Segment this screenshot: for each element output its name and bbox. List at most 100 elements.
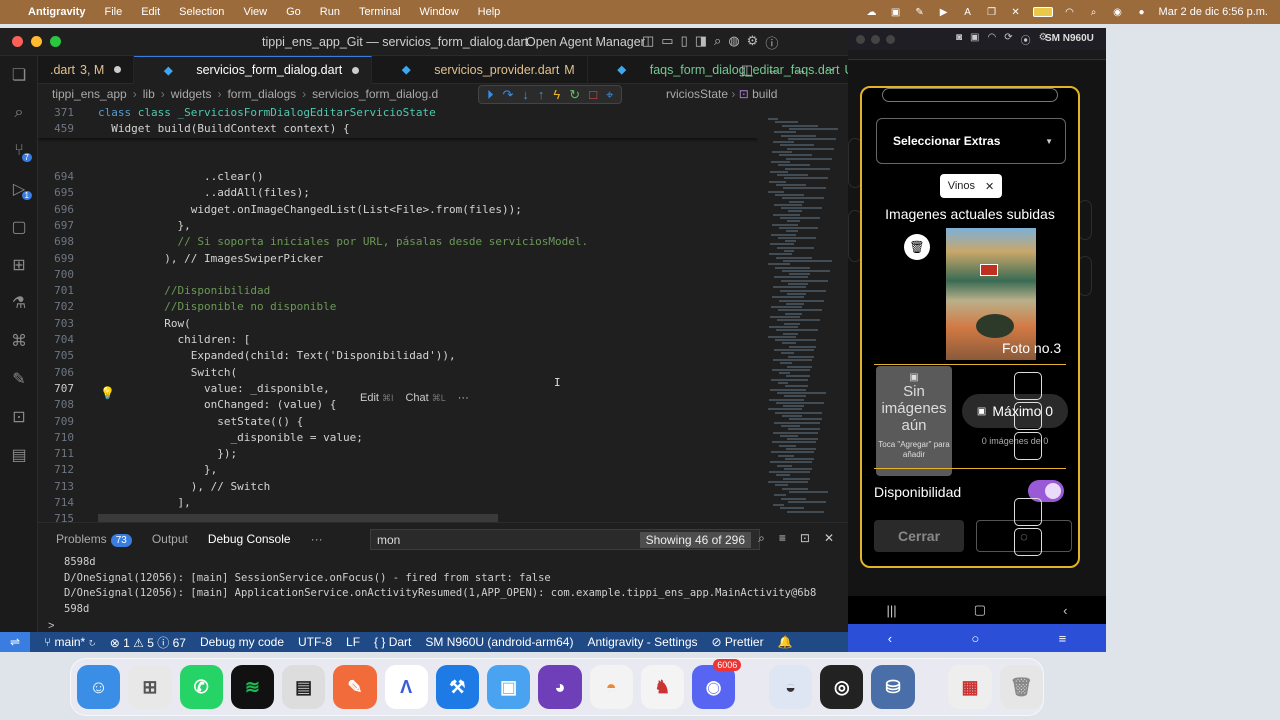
launchpad-icon[interactable]: ⊞ (128, 665, 172, 709)
maximize-window-button[interactable] (50, 36, 61, 47)
language-mode[interactable]: { } Dart (374, 635, 411, 649)
antigravity-icon[interactable]: Λ (384, 665, 428, 709)
tab-servicios-provider[interactable]: ◆ servicios_provider.dart M (372, 55, 588, 84)
select-extras-dropdown[interactable]: Seleccionar Extras ▼ (876, 118, 1066, 164)
hot-reload-icon[interactable]: ϟ (553, 87, 560, 102)
tab-output[interactable]: Output (152, 532, 188, 546)
code-line[interactable]: }); (98, 447, 237, 460)
crumb-form-dialogs[interactable]: form_dialogs (227, 87, 296, 101)
delete-image-button[interactable]: 🗑 (904, 234, 930, 260)
scrcpy-icon[interactable]: ◒ (768, 665, 813, 709)
settings-status[interactable]: Antigravity - Settings (587, 635, 697, 649)
code-line[interactable]: Expanded(child: Text('Disponibilidad')), (98, 349, 456, 362)
code-line[interactable]: ..clear() (98, 170, 264, 183)
debug-my-code[interactable]: Debug my code (200, 635, 284, 649)
battery-icon[interactable] (1032, 7, 1053, 17)
layout-bottom-icon[interactable]: ▭ (661, 33, 673, 52)
tab-problems[interactable]: Problems 73 (56, 532, 132, 547)
run-debug-icon[interactable]: ▷ 1 (0, 170, 38, 208)
source-control-icon[interactable]: ⑂ 7 (0, 132, 38, 170)
trash-icon[interactable]: 🗑 (999, 665, 1043, 709)
unsaved-dot-icon[interactable] (352, 66, 360, 74)
code-line[interactable]: ..addAll(files); (98, 186, 310, 199)
crumb-project[interactable]: tippi_ens_app (52, 87, 127, 101)
code-line[interactable]: Switch( (98, 366, 237, 379)
code-line[interactable]: }, (98, 219, 190, 232)
recents-icon[interactable]: ||| (887, 603, 897, 618)
close-window-button[interactable] (12, 36, 23, 47)
code-line[interactable]: children: [ (98, 333, 250, 346)
screenshot-icon[interactable]: ▣ (970, 32, 979, 47)
crumb-method[interactable]: build (752, 87, 777, 101)
menu-window[interactable]: Window (420, 6, 459, 18)
database-icon[interactable]: ▤ (0, 436, 38, 474)
menu-selection[interactable]: Selection (179, 6, 224, 18)
menu-file[interactable]: File (104, 6, 122, 18)
search-icon[interactable]: ⌕ (1087, 6, 1101, 18)
remote-icon[interactable]: ▢ (0, 208, 38, 246)
step-into-icon[interactable]: ↓ (522, 87, 529, 102)
discord-icon[interactable]: ◉ 6006 (692, 659, 742, 709)
crumb-class[interactable]: rviciosState (666, 87, 728, 101)
github-desktop-icon[interactable]: ◕ (538, 665, 582, 709)
code-line[interactable]: }, (98, 463, 217, 476)
back-icon[interactable]: ‹ (1063, 603, 1067, 618)
explorer-icon[interactable]: ❏ (0, 56, 38, 94)
code-line[interactable]: widget.onImageChangedList(List<File>.fro… (98, 203, 522, 216)
encoding[interactable]: UTF-8 (298, 635, 332, 649)
menu-icon[interactable]: ≡ (1059, 631, 1067, 646)
lightbulb-icon[interactable]: 💡 (100, 386, 115, 400)
screen-icon[interactable]: ▣ (889, 6, 903, 18)
code-line[interactable]: setState(() { (98, 415, 303, 428)
restart-icon[interactable]: ↻ (569, 87, 580, 103)
device-icon[interactable]: ⊡ (0, 398, 38, 436)
finder-icon[interactable]: ☺ (77, 665, 121, 709)
whatsapp-icon[interactable]: ✆ (179, 665, 223, 709)
code-line[interactable]: ), // Switch (98, 480, 270, 493)
phone-screen[interactable]: Seleccionar Extras ▼ Vinos ✕ Imagenes actu… (848, 60, 1106, 596)
filter-icon[interactable]: ⌕ (758, 531, 765, 546)
maximize-panel-icon[interactable]: ⊡ (800, 531, 810, 546)
split-editor-icon[interactable]: ◫ (741, 62, 753, 78)
wifi-icon[interactable]: ◠ (1063, 6, 1077, 18)
rotate-icon[interactable]: ⟳ (1004, 32, 1012, 47)
layout-right-icon[interactable]: ◨ (695, 33, 707, 52)
crumb-lib[interactable]: lib (143, 87, 155, 101)
panel-more-button[interactable]: ··· (311, 532, 323, 546)
code-line[interactable]: _disponible = value; (98, 431, 362, 444)
keyboard-a-icon[interactable]: A (961, 6, 975, 18)
clear-console-icon[interactable]: ≡ (779, 531, 786, 546)
downloads-stack-icon[interactable]: ▦ (948, 665, 992, 709)
close-window-button[interactable] (856, 34, 865, 44)
home-icon[interactable]: ▢ (974, 602, 986, 618)
siri-icon[interactable]: ● (1135, 6, 1149, 18)
close-panel-icon[interactable]: ✕ (824, 531, 834, 546)
remote-indicator-icon[interactable]: ⇌ (0, 632, 30, 652)
extra-chip[interactable]: Vinos ✕ (940, 174, 1002, 198)
tab-debug-console[interactable]: Debug Console (208, 532, 291, 546)
testing-icon[interactable]: ⚗ (0, 284, 38, 322)
code-line[interactable]: // Si soporta iniciales por URL, pásalas… (98, 235, 588, 248)
code-line[interactable]: ), // ImagesSwiperPicker (98, 252, 323, 265)
windows-icon[interactable]: ❐ (985, 6, 999, 18)
empty-images-placeholder[interactable]: ▣ Sin imágenes aún Toca "Agregar" para a… (876, 366, 952, 476)
pen-app-icon[interactable]: ✎ (333, 665, 377, 709)
debug-console-output[interactable]: 8598d D/OneSignal(12056): [main] Session… (38, 555, 848, 617)
pen-icon[interactable]: ✎ (0, 360, 38, 398)
obs-icon[interactable]: ◎ (820, 665, 864, 709)
record-icon[interactable]: ⦿ (1021, 32, 1031, 47)
line-ending[interactable]: LF (346, 635, 360, 649)
inspect-icon[interactable]: ⌖ (606, 87, 613, 103)
cloud-icon[interactable]: ☁ (865, 6, 879, 18)
crumb-file[interactable]: servicios_form_dialog.d (312, 87, 438, 101)
continue-icon[interactable]: ⏵ (487, 87, 494, 103)
code-line[interactable]: class class _ServiciosFormDialogEditarSe… (98, 106, 436, 119)
prettier-status[interactable]: ⊘ Prettier (712, 635, 764, 649)
home-icon[interactable]: ○ (971, 631, 979, 646)
camera-icon[interactable]: ◙ (956, 32, 962, 47)
menu-app-name[interactable]: Antigravity (28, 6, 85, 18)
code-editor[interactable]: 371 class class _ServiciosFormDialogEdit… (38, 104, 758, 522)
crumb-widgets[interactable]: widgets (171, 87, 212, 101)
code-line[interactable]: Row( (98, 317, 191, 330)
weather-app-icon[interactable]: ◓ (589, 665, 633, 709)
